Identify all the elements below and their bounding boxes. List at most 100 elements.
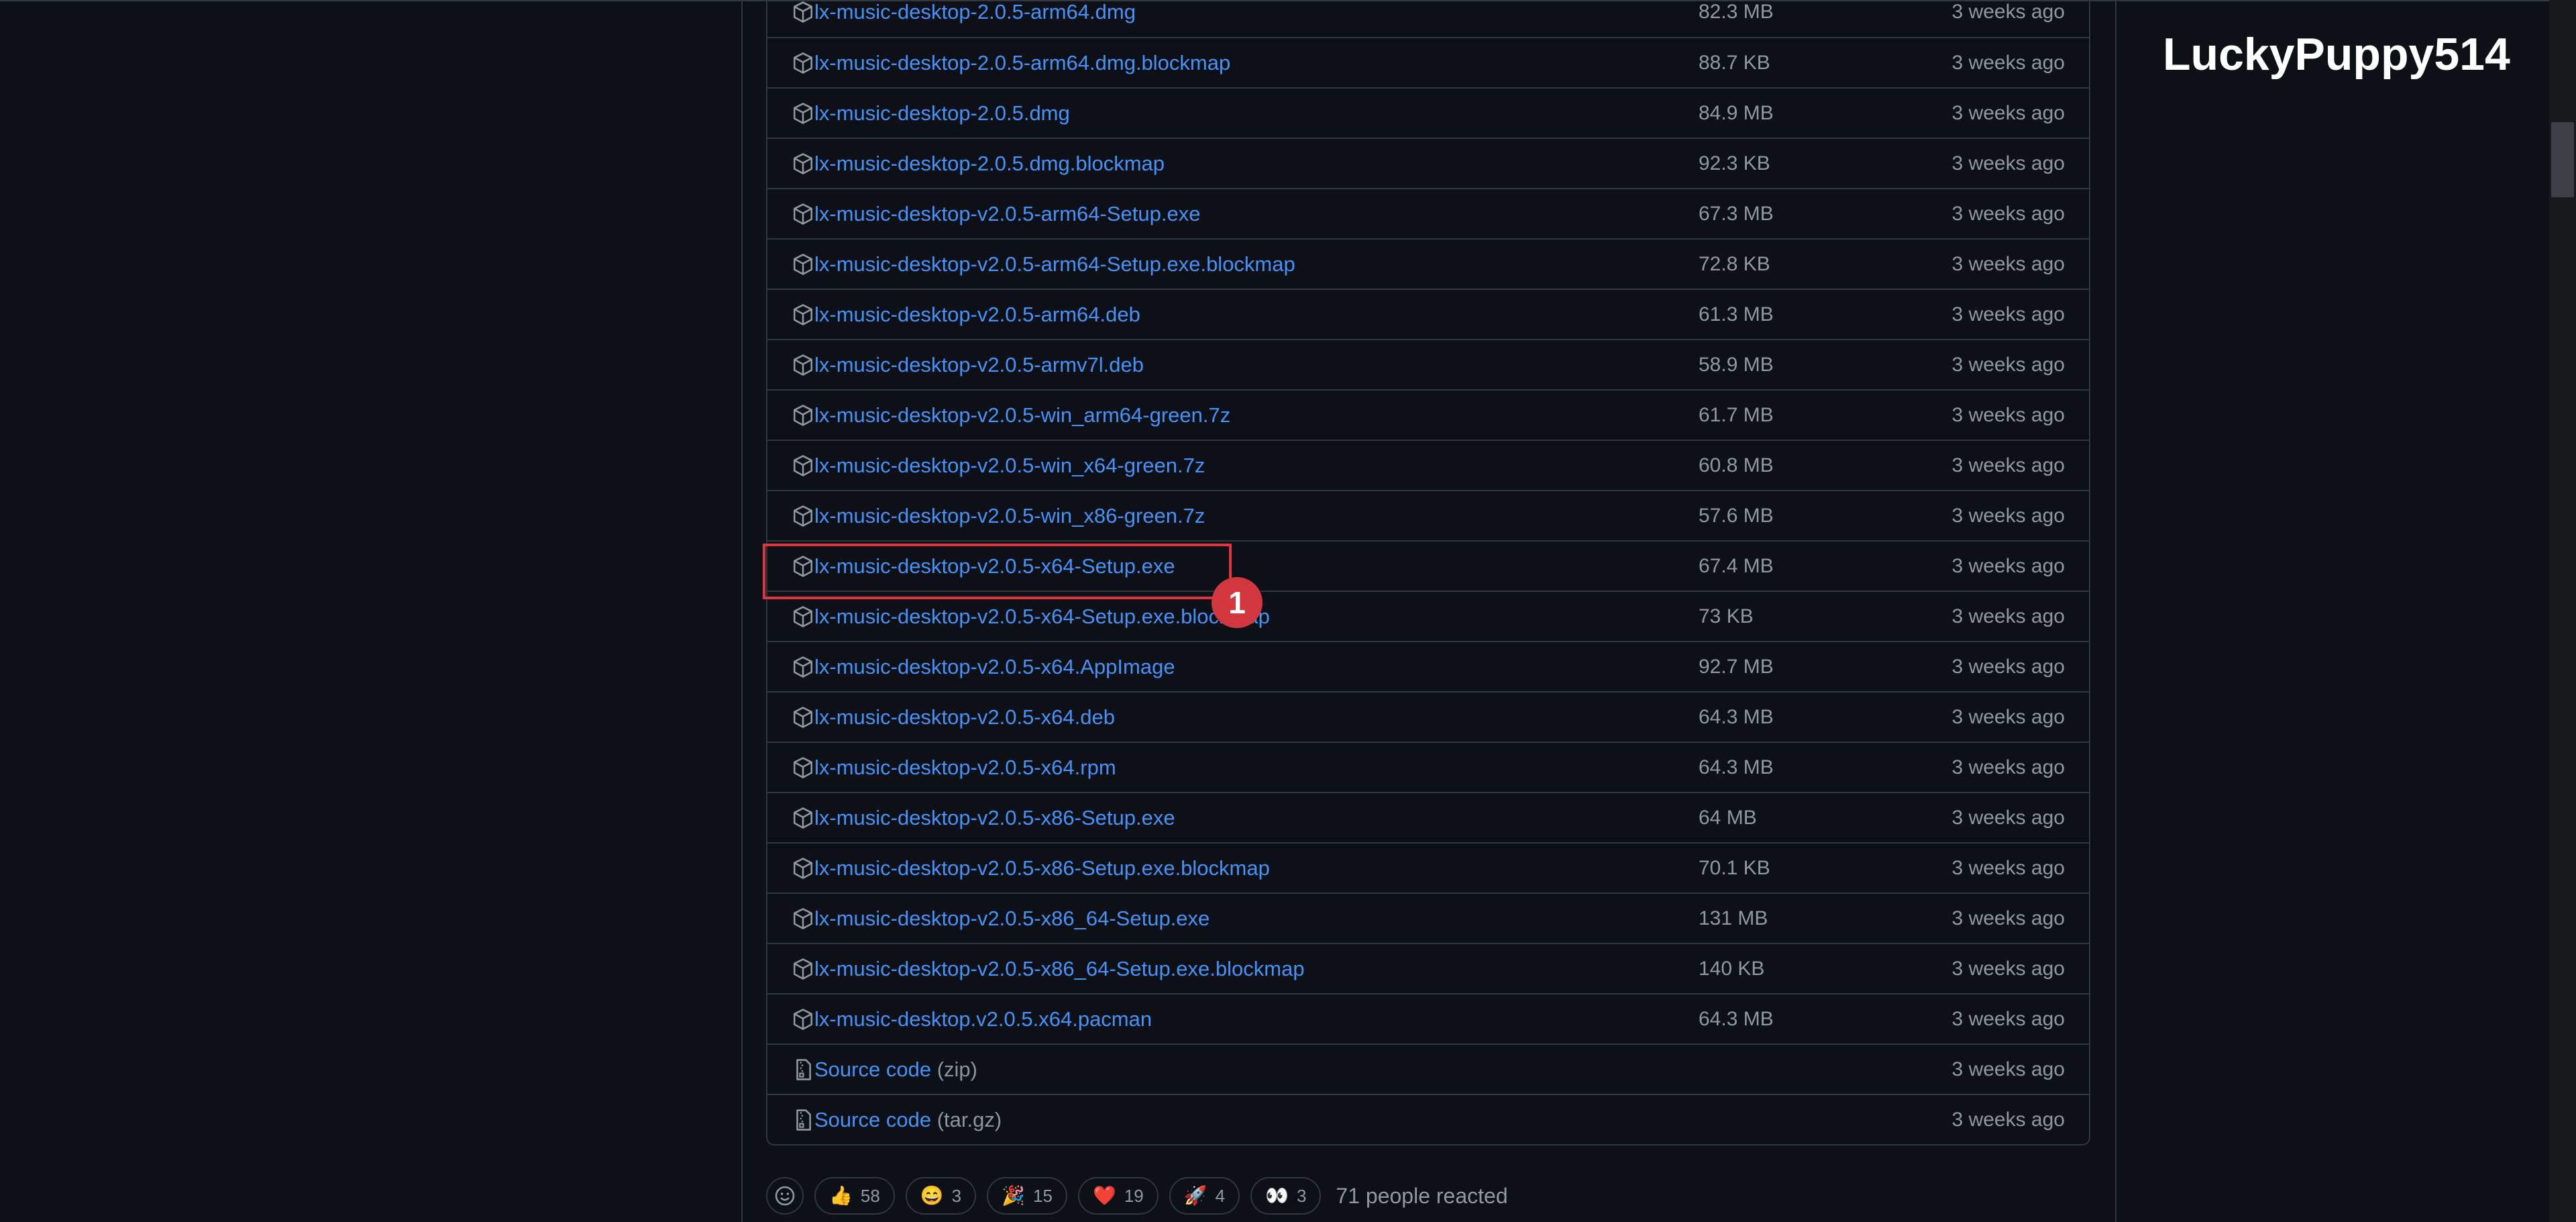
asset-date: 3 weeks ago xyxy=(1951,957,2065,980)
package-icon xyxy=(792,1008,814,1031)
asset-date: 3 weeks ago xyxy=(1951,303,2065,325)
reaction-pill[interactable]: 🚀 4 xyxy=(1169,1177,1240,1215)
reaction-count: 58 xyxy=(860,1185,880,1206)
asset-date: 3 weeks ago xyxy=(1951,605,2065,627)
asset-download-link[interactable]: lx-music-desktop-v2.0.5-x86_64-Setup.exe xyxy=(814,907,1210,931)
asset-date: 3 weeks ago xyxy=(1951,51,2065,74)
asset-row: lx-music-desktop-2.0.5.dmg.blockmap 92.3 … xyxy=(767,138,2089,188)
asset-download-link[interactable]: lx-music-desktop-v2.0.5-x64.deb xyxy=(814,705,1115,729)
asset-size: 67.3 MB xyxy=(1699,202,1774,225)
asset-download-link[interactable]: lx-music-desktop-2.0.5-arm64.dmg xyxy=(814,0,1136,24)
asset-download-link[interactable]: lx-music-desktop-v2.0.5-win_x86-green.7z xyxy=(814,504,1205,528)
file-zip-icon xyxy=(792,1109,814,1131)
asset-date: 3 weeks ago xyxy=(1951,705,2065,728)
asset-size: 72.8 KB xyxy=(1699,252,1770,275)
asset-row: lx-music-desktop-2.0.5.dmg 84.9 MB 3 weeks… xyxy=(767,87,2089,138)
asset-download-link[interactable]: lx-music-desktop-2.0.5.dmg.blockmap xyxy=(814,152,1165,176)
annotation-highlight-box xyxy=(763,544,1232,599)
package-icon xyxy=(792,52,814,74)
source-code-row: Source code (tar.gz) 3 weeks ago xyxy=(767,1094,2089,1144)
asset-size: 64 MB xyxy=(1699,806,1757,829)
asset-download-link[interactable]: lx-music-desktop-v2.0.5-armv7l.deb xyxy=(814,353,1144,377)
asset-row: lx-music-desktop-v2.0.5-arm64-Setup.exe 6… xyxy=(767,188,2089,238)
package-icon xyxy=(792,656,814,678)
asset-download-link[interactable]: lx-music-desktop-v2.0.5-arm64-Setup.exe xyxy=(814,202,1200,226)
package-icon xyxy=(792,303,814,326)
asset-date: 3 weeks ago xyxy=(1951,806,2065,829)
asset-download-link[interactable]: lx-music-desktop-v2.0.5-arm64-Setup.exe.… xyxy=(814,252,1295,276)
asset-row: lx-music-desktop-v2.0.5-win_arm64-green.… xyxy=(767,389,2089,440)
package-icon xyxy=(792,807,814,829)
asset-date: 3 weeks ago xyxy=(1951,454,2065,476)
reaction-pill[interactable]: 👍 58 xyxy=(814,1177,895,1215)
asset-download-link[interactable]: lx-music-desktop-v2.0.5-x86-Setup.exe.bl… xyxy=(814,856,1270,880)
asset-download-link[interactable]: lx-music-desktop-v2.0.5-win_arm64-green.… xyxy=(814,403,1230,427)
asset-date: 3 weeks ago xyxy=(1951,907,2065,929)
asset-date: 3 weeks ago xyxy=(1951,1058,2065,1080)
laugh-icon: 😄 xyxy=(920,1185,944,1206)
asset-date: 3 weeks ago xyxy=(1951,504,2065,527)
asset-row: lx-music-desktop-v2.0.5-armv7l.deb 58.9 M… xyxy=(767,339,2089,389)
asset-row: lx-music-desktop.v2.0.5.x64.pacman 64.3 M… xyxy=(767,993,2089,1043)
asset-date: 3 weeks ago xyxy=(1951,0,2065,23)
asset-download-link[interactable]: lx-music-desktop-v2.0.5-x64-Setup.exe.bl… xyxy=(814,605,1270,629)
asset-size: 140 KB xyxy=(1699,957,1765,980)
package-icon xyxy=(792,454,814,477)
source-code-link[interactable]: Source code (tar.gz) xyxy=(814,1108,1002,1132)
asset-size: 64.3 MB xyxy=(1699,705,1774,728)
package-icon xyxy=(792,354,814,376)
package-icon xyxy=(792,404,814,427)
asset-date: 3 weeks ago xyxy=(1951,554,2065,577)
reaction-pill[interactable]: 😄 3 xyxy=(905,1177,977,1215)
asset-row: lx-music-desktop-v2.0.5-x64.rpm 64.3 MB 3 … xyxy=(767,742,2089,792)
asset-size: 84.9 MB xyxy=(1699,101,1774,124)
asset-date: 3 weeks ago xyxy=(1951,252,2065,275)
reaction-count: 3 xyxy=(1296,1185,1307,1206)
reaction-count: 19 xyxy=(1124,1185,1144,1206)
source-code-format: (tar.gz) xyxy=(936,1107,1002,1131)
package-icon xyxy=(792,907,814,930)
asset-row: lx-music-desktop-v2.0.5-arm64.deb 61.3 MB… xyxy=(767,289,2089,339)
package-icon xyxy=(792,152,814,175)
asset-download-link[interactable]: lx-music-desktop-2.0.5.dmg xyxy=(814,101,1070,125)
thumbs-up-icon: 👍 xyxy=(829,1185,853,1206)
reaction-pill[interactable]: 🎉 15 xyxy=(987,1177,1067,1215)
reaction-count: 4 xyxy=(1215,1185,1226,1206)
asset-download-link[interactable]: lx-music-desktop-2.0.5-arm64.dmg.blockma… xyxy=(814,51,1230,75)
asset-row: lx-music-desktop-2.0.5-arm64.dmg 82.3 MB 3… xyxy=(767,0,2089,37)
asset-row: lx-music-desktop-v2.0.5-x86_64-Setup.exe… xyxy=(767,893,2089,943)
asset-size: 64.3 MB xyxy=(1699,1007,1774,1030)
source-code-label: Source code xyxy=(814,1057,932,1081)
asset-size: 58.9 MB xyxy=(1699,353,1774,376)
asset-row: lx-music-desktop-v2.0.5-arm64-Setup.exe.… xyxy=(767,238,2089,289)
asset-size: 82.3 MB xyxy=(1699,0,1774,23)
asset-date: 3 weeks ago xyxy=(1951,1007,2065,1030)
asset-download-link[interactable]: lx-music-desktop-v2.0.5-x64.rpm xyxy=(814,756,1116,780)
asset-size: 57.6 MB xyxy=(1699,504,1774,527)
sidebar-username: LuckyPuppy514 xyxy=(2163,29,2510,80)
asset-date: 3 weeks ago xyxy=(1951,152,2065,174)
package-icon xyxy=(792,605,814,628)
asset-download-link[interactable]: lx-music-desktop-v2.0.5-x86-Setup.exe xyxy=(814,806,1175,830)
asset-download-link[interactable]: lx-music-desktop-v2.0.5-win_x64-green.7z xyxy=(814,454,1205,478)
add-reaction-button[interactable] xyxy=(766,1177,804,1215)
asset-date: 3 weeks ago xyxy=(1951,403,2065,426)
asset-download-link[interactable]: lx-music-desktop.v2.0.5.x64.pacman xyxy=(814,1007,1152,1031)
asset-size: 61.3 MB xyxy=(1699,303,1774,325)
asset-row: lx-music-desktop-v2.0.5-x86-Setup.exe 64 … xyxy=(767,792,2089,842)
asset-row: lx-music-desktop-v2.0.5-win_x64-green.7z… xyxy=(767,440,2089,490)
package-icon xyxy=(792,1,814,23)
asset-date: 3 weeks ago xyxy=(1951,655,2065,678)
source-code-link[interactable]: Source code (zip) xyxy=(814,1058,977,1082)
reaction-pill[interactable]: 👀 3 xyxy=(1250,1177,1322,1215)
reaction-pill[interactable]: ❤️ 19 xyxy=(1077,1177,1159,1215)
package-icon xyxy=(792,505,814,527)
asset-size: 92.7 MB xyxy=(1699,655,1774,678)
asset-download-link[interactable]: lx-music-desktop-v2.0.5-x86_64-Setup.exe… xyxy=(814,957,1305,981)
asset-size: 88.7 KB xyxy=(1699,51,1770,74)
asset-date: 3 weeks ago xyxy=(1951,1108,2065,1131)
asset-download-link[interactable]: lx-music-desktop-v2.0.5-arm64.deb xyxy=(814,303,1140,327)
scrollbar-thumb[interactable] xyxy=(2551,122,2574,197)
asset-download-link[interactable]: lx-music-desktop-v2.0.5-x64.AppImage xyxy=(814,655,1175,679)
asset-date: 3 weeks ago xyxy=(1951,756,2065,778)
